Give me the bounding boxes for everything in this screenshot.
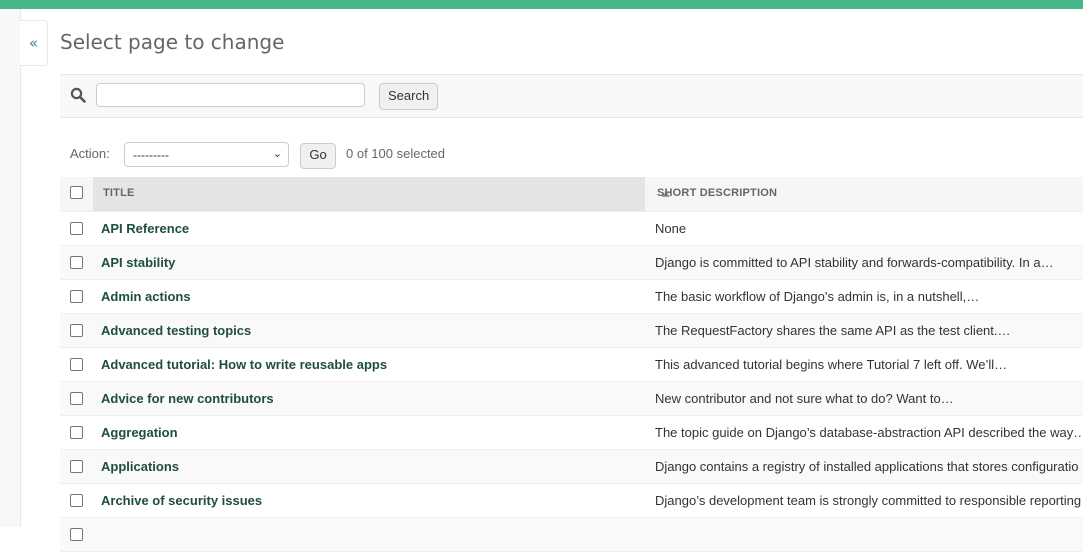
column-header-title[interactable]: Title bbox=[93, 177, 670, 211]
row-title-link[interactable]: Applications bbox=[101, 459, 179, 474]
row-title-link[interactable]: API stability bbox=[101, 255, 175, 270]
results-table: Title Short description API Reference No… bbox=[60, 177, 1083, 552]
row-checkbox[interactable] bbox=[70, 256, 83, 269]
row-checkbox[interactable] bbox=[70, 222, 83, 235]
action-label: Action: bbox=[70, 146, 110, 161]
row-description: The basic workflow of Django’s admin is,… bbox=[655, 289, 980, 304]
search-input[interactable] bbox=[96, 83, 365, 107]
table-row: Applications Django contains a registry … bbox=[60, 450, 1083, 484]
row-description: Django’s development team is strongly co… bbox=[655, 493, 1082, 508]
table-row: Admin actions The basic workflow of Djan… bbox=[60, 280, 1083, 314]
search-button[interactable]: Search bbox=[379, 83, 439, 110]
actions-bar: Action: --------- ⌄ Go 0 of 100 selected bbox=[60, 142, 660, 169]
row-description: The topic guide on Django’s database-abs… bbox=[655, 425, 1083, 440]
select-all-checkbox[interactable] bbox=[70, 186, 83, 199]
chevron-down-icon: ⌄ bbox=[272, 148, 282, 160]
row-description: The RequestFactory shares the same API a… bbox=[655, 323, 1011, 338]
select-all-cell bbox=[60, 177, 93, 211]
table-row bbox=[60, 518, 1083, 552]
sidebar-toggle-button[interactable]: « bbox=[20, 20, 48, 66]
row-title-link[interactable]: Advanced testing topics bbox=[101, 323, 251, 338]
row-title-link[interactable]: API Reference bbox=[101, 221, 189, 236]
row-title-link[interactable]: Advice for new contributors bbox=[101, 391, 274, 406]
selected-count: 0 of 100 selected bbox=[346, 146, 446, 161]
header-bar bbox=[0, 0, 1083, 9]
row-checkbox[interactable] bbox=[70, 426, 83, 439]
row-description: Django is committed to API stability and… bbox=[655, 255, 1054, 270]
row-title-link[interactable]: Advanced tutorial: How to write reusable… bbox=[101, 357, 387, 372]
row-checkbox[interactable] bbox=[70, 392, 83, 405]
row-checkbox[interactable] bbox=[70, 324, 83, 337]
row-checkbox[interactable] bbox=[70, 358, 83, 371]
table-header: Title Short description bbox=[60, 177, 1083, 212]
row-title-link[interactable]: Aggregation bbox=[101, 425, 178, 440]
row-description: New contributor and not sure what to do?… bbox=[655, 391, 954, 406]
row-description: None bbox=[655, 221, 687, 236]
table-row: Advanced tutorial: How to write reusable… bbox=[60, 348, 1083, 382]
row-checkbox[interactable] bbox=[70, 494, 83, 507]
column-header-title-label: Title bbox=[103, 187, 135, 199]
row-description: This advanced tutorial begins where Tuto… bbox=[655, 357, 1008, 372]
search-icon bbox=[70, 87, 86, 103]
go-button[interactable]: Go bbox=[300, 143, 336, 169]
row-description: Django contains a registry of installed … bbox=[655, 459, 1079, 474]
table-row: API stability Django is committed to API… bbox=[60, 246, 1083, 280]
table-row: Archive of security issues Django’s deve… bbox=[60, 484, 1083, 518]
table-row: Advanced testing topics The RequestFacto… bbox=[60, 314, 1083, 348]
action-select[interactable]: --------- ⌄ bbox=[124, 142, 289, 167]
row-checkbox[interactable] bbox=[70, 290, 83, 303]
sidebar-strip bbox=[0, 9, 21, 527]
table-row: Aggregation The topic guide on Django’s … bbox=[60, 416, 1083, 450]
table-row: Advice for new contributors New contribu… bbox=[60, 382, 1083, 416]
page-title: Select page to change bbox=[60, 30, 285, 54]
search-toolbar: Search bbox=[60, 74, 1083, 118]
row-checkbox[interactable] bbox=[70, 528, 83, 541]
row-title-link[interactable]: Admin actions bbox=[101, 289, 191, 304]
row-title-link[interactable]: Archive of security issues bbox=[101, 493, 262, 508]
table-row: API Reference None bbox=[60, 212, 1083, 246]
row-checkbox[interactable] bbox=[70, 460, 83, 473]
column-header-short-description[interactable]: Short description bbox=[657, 187, 777, 199]
action-select-value: --------- bbox=[133, 148, 169, 162]
